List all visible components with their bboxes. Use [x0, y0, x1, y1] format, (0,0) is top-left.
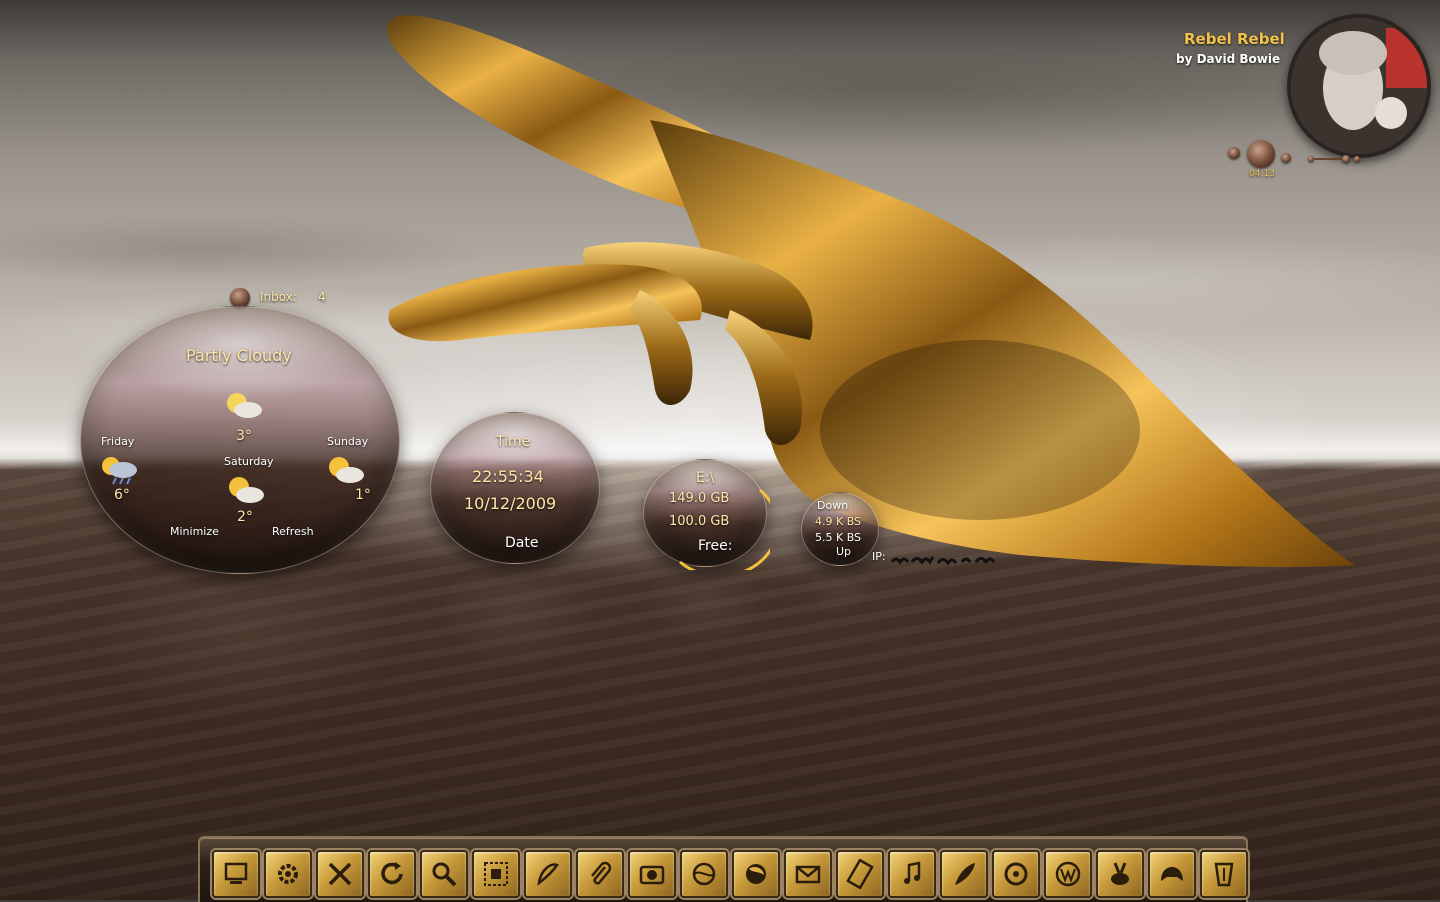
drive-free: 100.0 GB [669, 514, 730, 529]
inbox-count: 4 [318, 290, 326, 304]
ip-label: IP: [872, 550, 886, 563]
mail-icon [795, 865, 821, 884]
inbox-label: Inbox: [260, 290, 297, 304]
grid-icon [484, 862, 508, 886]
dock-tools[interactable] [316, 850, 364, 898]
track-time: 04:13 [1249, 169, 1275, 179]
previous-button[interactable] [1228, 147, 1240, 159]
network-down-label: Down [817, 499, 849, 512]
dock-attachment[interactable] [576, 850, 624, 898]
dock-firefox[interactable] [732, 850, 780, 898]
weather-minimize-button[interactable]: Minimize [170, 525, 219, 538]
dock-settings[interactable] [264, 850, 312, 898]
film-icon [846, 859, 874, 889]
disc-icon [1004, 862, 1028, 886]
dock-trash[interactable] [1200, 850, 1248, 898]
dock-mail[interactable] [784, 850, 832, 898]
computer-icon [224, 862, 248, 884]
settings-icon [278, 864, 298, 884]
song-artist: by David Bowie [1176, 52, 1281, 66]
refresh-icon [381, 862, 403, 885]
forecast-temp-1: 6° [114, 487, 130, 503]
drive-total: 149.0 GB [669, 491, 730, 506]
dock-pen[interactable] [524, 850, 572, 898]
tools-icon [328, 862, 352, 886]
trash-icon [1214, 862, 1234, 887]
dock [198, 836, 1248, 902]
dock-wordpress[interactable] [1044, 850, 1092, 898]
network-orb-reflection [803, 565, 877, 615]
pen-icon [537, 863, 559, 886]
next-button[interactable] [1281, 153, 1291, 163]
drive-free-label: Free: [698, 538, 733, 554]
forecast-temp-2: 2° [237, 509, 253, 525]
partly-cloudy-icon [227, 393, 262, 418]
dock-writer[interactable] [940, 850, 988, 898]
dock-computer[interactable] [212, 850, 260, 898]
ip-address-redacted [890, 551, 998, 566]
dock-browser[interactable] [680, 850, 728, 898]
dock-video[interactable] [836, 850, 884, 898]
network-up-rate: 5.5 K BS [815, 531, 862, 544]
clock-orb-reflection [432, 565, 597, 675]
date-label: Date [505, 535, 539, 551]
album-portrait-icon [1291, 18, 1427, 154]
gamepad-icon [1161, 867, 1183, 881]
network-down-rate: 4.9 K BS [815, 515, 862, 528]
partly-cloudy-icon [329, 457, 364, 483]
search-icon [432, 862, 457, 887]
dock-disc[interactable] [992, 850, 1040, 898]
dock-rabbit[interactable] [1096, 850, 1144, 898]
drive-orb-reflection [645, 568, 765, 648]
song-title: Rebel Rebel [1184, 30, 1285, 48]
forecast-day-2: Saturday [224, 455, 274, 468]
dock-grid[interactable] [472, 850, 520, 898]
dock-music[interactable] [888, 850, 936, 898]
network-up-label: Up [836, 545, 852, 558]
forecast-day-3: Sunday [327, 435, 369, 448]
forecast-temp-3: 1° [355, 487, 371, 503]
volume-button[interactable] [1342, 155, 1350, 163]
album-art[interactable] [1287, 14, 1431, 158]
menu-button[interactable] [1354, 156, 1360, 162]
dock-camera[interactable] [628, 850, 676, 898]
weather-orb-reflection [85, 560, 400, 730]
dock-refresh[interactable] [368, 850, 416, 898]
weather-condition: Partly Cloudy [186, 346, 292, 365]
weather-refresh-button[interactable]: Refresh [272, 525, 314, 538]
wordpress-icon [1055, 861, 1081, 887]
rain-sun-icon [102, 457, 137, 485]
feather-icon [955, 863, 975, 885]
clock-time: 22:55:34 [472, 467, 544, 486]
time-label: Time [496, 434, 531, 450]
play-pause-button[interactable] [1247, 140, 1275, 168]
camera-icon [639, 865, 665, 885]
paperclip-icon [591, 861, 612, 885]
dock-games[interactable] [1148, 850, 1196, 898]
forecast-day-1: Friday [101, 435, 135, 448]
dock-search[interactable] [420, 850, 468, 898]
drive-letter: E:\ [696, 470, 715, 486]
current-temp: 3° [236, 428, 252, 444]
music-icon [904, 861, 921, 884]
mail-icon[interactable] [230, 288, 250, 308]
firefox-icon [746, 864, 766, 884]
rabbit-icon [1111, 862, 1129, 885]
browser-icon [692, 862, 716, 886]
track-progress-bar[interactable] [1314, 158, 1344, 160]
partly-cloudy-icon [229, 477, 264, 503]
clock-date: 10/12/2009 [464, 494, 557, 513]
